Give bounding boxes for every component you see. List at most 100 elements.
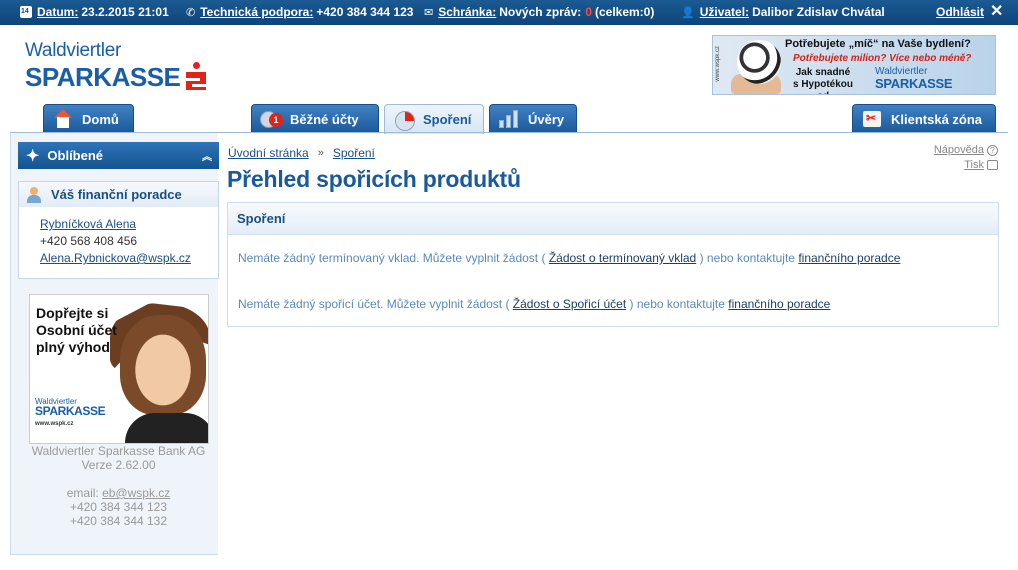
tab-label: Domů (82, 111, 119, 127)
promo-woman-image (120, 315, 206, 415)
row1-text-b: ) nebo kontaktujte (699, 251, 795, 265)
promo-banner[interactable]: Dopřejte si Osobní účet plný výhod Waldv… (29, 294, 209, 444)
term-deposit-row: Nemáte žádný termínovaný vklad. Můžete v… (238, 251, 900, 265)
contact-email: email: eb@wspk.cz (18, 486, 219, 500)
user-name: Dalibor Zdislav Chvátal (752, 5, 885, 19)
logout-link[interactable]: Odhlásit (936, 5, 984, 19)
user-info: 👤 Uživatel: Dalibor Zdislav Chvátal (681, 5, 885, 19)
promo-text-2: Osobní účet (36, 322, 117, 338)
inbox-new-count: 0 (585, 5, 592, 19)
mortgage-banner[interactable]: www.wspk.cz Potřebujete „míč“ na Vaše by… (712, 35, 996, 95)
tab-savings[interactable]: Spoření (384, 104, 484, 134)
date-value: 23.2.2015 21:01 (81, 5, 169, 19)
promo-url: www.wspk.cz (35, 421, 74, 427)
banner-url: www.wspk.cz (715, 46, 721, 82)
sparkasse-s-icon (184, 62, 208, 92)
user-icon: 👤 (681, 6, 695, 19)
tab-label: Spoření (423, 112, 472, 127)
support-info: ✆ Technická podpora: +420 384 344 123 (186, 5, 413, 19)
content-area (218, 133, 1008, 555)
banner-logo-line2: SPARKASSE (875, 76, 953, 91)
notification-badge: 1 (269, 113, 283, 127)
tab-client-zone[interactable]: Klientská zóna (852, 104, 996, 133)
inbox-info: ✉ Schránka: Nových zpráv: 0 (celkem:0) (424, 5, 654, 19)
inbox-total: (celkem:0) (594, 5, 655, 19)
logout[interactable]: Odhlásit ✕ (936, 4, 1003, 20)
advisor-details: Rybníčková Alena +420 568 408 456 Alena.… (18, 207, 219, 279)
support-link[interactable]: Technická podpora: (200, 5, 313, 19)
advisor-contact-link-1[interactable]: finančního poradce (798, 251, 900, 265)
phone-icon: ✆ (186, 6, 196, 19)
close-icon[interactable]: ✕ (990, 4, 1003, 20)
banner-line3: Jak snadné s Hypotékou od (793, 67, 854, 94)
banner-headline: Potřebujete „míč“ na Vaše bydlení? (785, 38, 971, 50)
advisor-icon (27, 186, 41, 203)
user-link[interactable]: Uživatel: (700, 5, 749, 19)
question-icon[interactable]: ? (987, 144, 998, 156)
help-links: Nápověda? Tisk (934, 143, 998, 173)
date-link[interactable]: Datum: (37, 5, 78, 19)
breadcrumb-home[interactable]: Úvodní stránka (228, 146, 309, 160)
email-label: email: (66, 486, 99, 500)
contact-phone-1: +420 384 344 123 (69, 500, 168, 514)
printer-icon[interactable] (987, 160, 998, 171)
contact-phone-2: +420 384 344 132 (69, 514, 168, 528)
promo-shirt (125, 413, 208, 443)
favorites-header[interactable]: ✦ Oblíbené ︽ (18, 142, 219, 169)
inbox-link[interactable]: Schránka: (438, 5, 496, 19)
savings-heading: Spoření (228, 203, 998, 235)
advisor-header: Váš finanční poradce (18, 181, 219, 208)
row2-text-b: ) nebo kontaktujte (629, 297, 725, 311)
app-version: Verze 2.62.00 (81, 458, 156, 472)
inbox-text: Nových zpráv: (499, 5, 582, 19)
logo-line2-wrap: SPARKASSE (25, 62, 208, 92)
row1-text-a: Nemáte žádný termínovaný vklad. Můžete v… (238, 251, 546, 265)
advisor-heading: Váš finanční poradce (51, 187, 182, 202)
top-bar: Datum: 23.2.2015 21:01 ✆ Technická podpo… (0, 0, 1018, 25)
star-icon: ✦ (26, 147, 40, 165)
savings-box: Spoření Nemáte žádný termínovaný vklad. … (227, 202, 999, 327)
key-icon (861, 109, 883, 129)
term-deposit-request-link[interactable]: Žádost o termínovaný vklad (549, 251, 696, 265)
date-info: Datum: 23.2.2015 21:01 (20, 5, 169, 19)
bank-logo[interactable]: Waldviertler SPARKASSE (25, 40, 208, 92)
tab-label: Běžné účty (290, 111, 359, 127)
advisor-email-link[interactable]: Alena.Rybnickova@wspk.cz (40, 251, 191, 265)
tab-current-accounts[interactable]: 1 Běžné účty (251, 104, 379, 133)
football-icon (737, 40, 781, 84)
tab-home[interactable]: Domů (43, 104, 134, 133)
tab-divider (10, 132, 1008, 133)
coins-icon: 1 (260, 109, 283, 129)
promo-text: Dopřejte si Osobní účet plný výhod (36, 305, 117, 356)
promo-text-1: Dopřejte si (36, 305, 109, 321)
advisor-contact-link-2[interactable]: finančního poradce (728, 297, 830, 311)
page-title: Přehled spořicích produktů (227, 166, 521, 192)
print-link[interactable]: Tisk (964, 159, 984, 171)
logo-line2: SPARKASSE (25, 62, 181, 92)
advisor-phone: +420 568 408 456 (40, 234, 138, 248)
tab-loans[interactable]: Úvěry (489, 104, 577, 133)
banner-subline: Potřebujete milion? Více nebo méně? (793, 53, 972, 64)
row2-text-a: Nemáte žádný spořicí účet. Můžete vyplni… (238, 297, 510, 311)
breadcrumb-separator: » (317, 147, 324, 159)
envelope-icon: ✉ (424, 6, 434, 19)
support-phone: +420 384 344 123 (316, 5, 414, 19)
tab-label: Úvěry (528, 111, 565, 127)
chevron-up-icon[interactable]: ︽ (202, 148, 212, 163)
bar-chart-icon (498, 109, 520, 129)
breadcrumb-current[interactable]: Spoření (333, 146, 375, 160)
advisor-name-link[interactable]: Rybníčková Alena (40, 217, 136, 231)
tab-label: Klientská zóna (891, 111, 983, 127)
help-link[interactable]: Nápověda (934, 144, 984, 156)
bank-name: Waldviertler Sparkasse Bank AG (31, 444, 206, 458)
email-link[interactable]: eb@wspk.cz (102, 486, 170, 500)
promo-text-3: plný výhod (36, 339, 110, 355)
savings-account-row: Nemáte žádný spořicí účet. Můžete vyplni… (238, 297, 830, 311)
home-icon (52, 109, 74, 129)
logo-line1: Waldviertler (25, 40, 121, 61)
calendar-icon (20, 6, 32, 18)
savings-account-request-link[interactable]: Žádost o Spořicí účet (513, 297, 626, 311)
breadcrumb: Úvodní stránka » Spoření (228, 146, 375, 160)
pie-chart-icon (393, 110, 415, 131)
favorites-label: Oblíbené (47, 148, 104, 163)
